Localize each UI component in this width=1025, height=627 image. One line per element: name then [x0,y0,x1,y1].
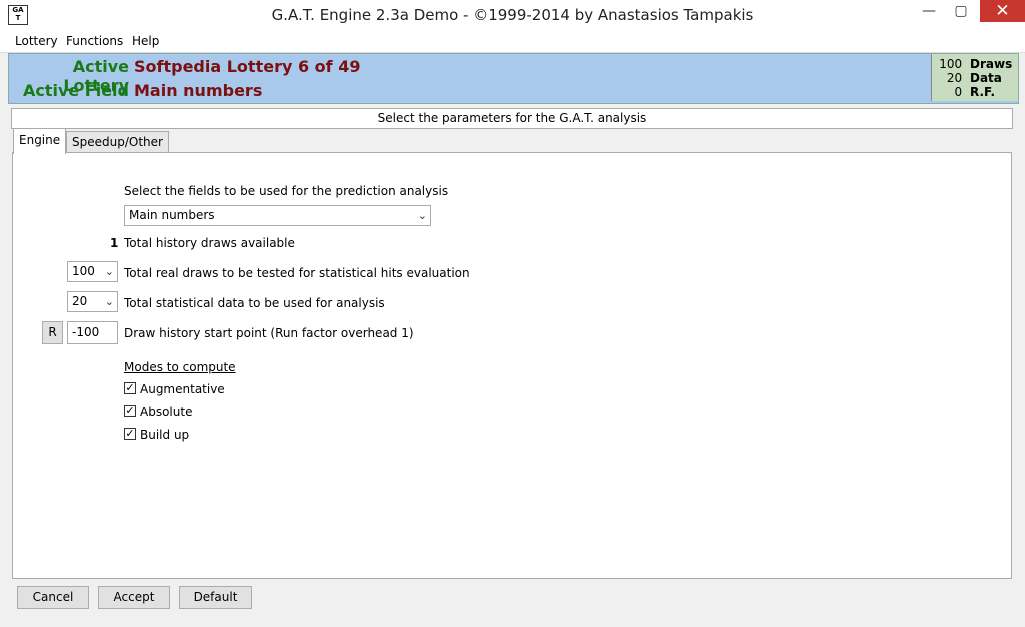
instruction-bar: Select the parameters for the G.A.T. ana… [11,108,1013,129]
stat-data-value: 20 [72,294,88,308]
stat-draws: 100 Draws [939,57,1013,71]
stat-data-select[interactable]: 20 ⌄ [67,291,118,312]
checkbox-absolute[interactable]: ✓ [124,405,136,417]
menu-bar: Lottery Functions Help [0,31,1025,53]
menu-lottery[interactable]: Lottery [15,34,58,48]
fields-prompt: Select the fields to be used for the pre… [124,184,449,198]
checkbox-build-up[interactable]: ✓ [124,428,136,440]
start-point-label: Draw history start point (Run factor ove… [124,326,414,340]
real-draws-select[interactable]: 100 ⌄ [67,261,118,282]
mode-build-up-label: Build up [140,428,190,442]
cancel-button[interactable]: Cancel [17,586,89,609]
tab-engine[interactable]: Engine [13,128,67,154]
reset-start-button[interactable]: R [42,321,63,344]
chevron-down-icon: ⌄ [417,209,427,222]
stat-data-label: Total statistical data to be used for an… [124,296,385,310]
stats-box: 100 Draws 20 Data 0 R.F. [931,54,1018,101]
chevron-down-icon: ⌄ [104,295,114,308]
menu-help[interactable]: Help [132,34,159,48]
close-button[interactable]: ✕ [980,0,1025,22]
stat-data: 20 Data [946,71,1002,85]
active-lottery-header: Active Lottery Softpedia Lottery 6 of 49… [8,53,1019,104]
active-field-label: Active Field [22,81,129,100]
tab-speedup-other[interactable]: Speedup/Other [66,131,169,153]
menu-functions[interactable]: Functions [66,34,123,48]
checkmark-icon: ✓ [125,404,135,417]
history-label: Total history draws available [124,236,295,250]
window-title: G.A.T. Engine 2.3a Demo - ©1999-2014 by … [271,6,754,24]
real-draws-value: 100 [72,264,95,278]
engine-panel: Select the fields to be used for the pre… [12,152,1012,579]
chevron-down-icon: ⌄ [104,265,114,278]
checkbox-augmentative[interactable]: ✓ [124,382,136,394]
mode-augmentative-label: Augmentative [140,382,225,396]
history-count: 1 [110,236,119,250]
fields-select-value: Main numbers [129,208,215,222]
active-field-value: Main numbers [134,81,263,100]
minimize-button[interactable]: — [914,0,944,22]
start-point-input[interactable]: -100 [67,321,118,344]
modes-title: Modes to compute [124,360,236,374]
stat-rf: 0 R.F. [954,85,996,99]
checkmark-icon: ✓ [125,427,135,440]
checkmark-icon: ✓ [125,381,135,394]
mode-absolute-label: Absolute [140,405,193,419]
accept-button[interactable]: Accept [98,586,170,609]
title-bar[interactable]: GA T G.A.T. Engine 2.3a Demo - ©1999-201… [0,0,1025,31]
active-lottery-value: Softpedia Lottery 6 of 49 [134,57,361,76]
default-button[interactable]: Default [179,586,252,609]
fields-select[interactable]: Main numbers ⌄ [124,205,431,226]
real-draws-label: Total real draws to be tested for statis… [124,266,470,280]
maximize-button[interactable]: ▢ [946,0,976,22]
